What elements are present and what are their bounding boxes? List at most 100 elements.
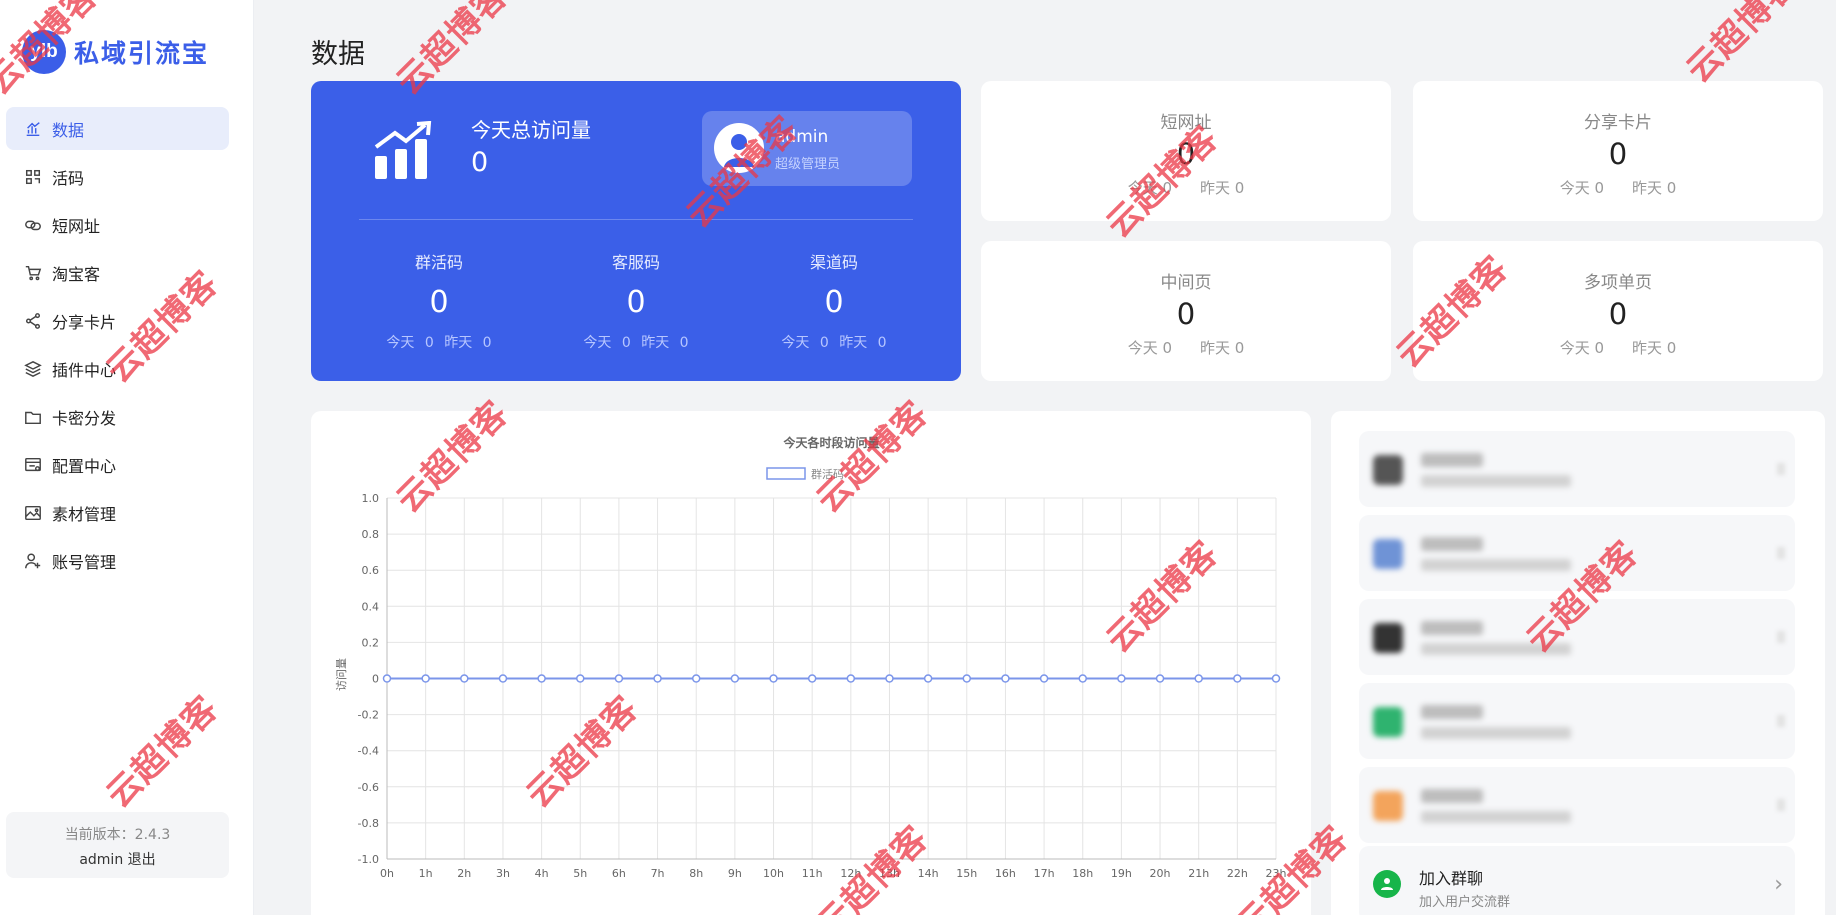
card-short-url[interactable]: 短网址 0 今天 0 昨天 0: [981, 81, 1391, 221]
sidebar-item-livecode[interactable]: 活码: [6, 155, 229, 198]
sidebar-item-accounts[interactable]: 账号管理: [6, 539, 229, 582]
card-sub: 今天 0 昨天 0: [1413, 177, 1823, 198]
card-sub: 今天 0 昨天 0: [1413, 337, 1823, 358]
data-point: [653, 674, 662, 683]
data-point: [1078, 674, 1087, 683]
y-tick-label: 0.4: [362, 600, 380, 613]
y-tick-label: -0.2: [358, 709, 379, 722]
y-tick-label: -0.8: [358, 817, 379, 830]
x-tick-label: 20h: [1150, 867, 1171, 880]
sidebar-item-config[interactable]: 配置中心: [6, 443, 229, 486]
data-point: [498, 674, 508, 683]
x-tick-label: 23h: [1266, 867, 1287, 880]
card-sub: 今天 0 昨天 0: [981, 177, 1391, 198]
data-point: [382, 674, 392, 683]
hourly-visits-chart-panel: 今天各时段访问量 群活码 1.0 0.8 0.6 0.4 0.2 0 -0.2 -0.4 -0.6 -…: [311, 411, 1311, 915]
stat-sub: 今天 0 昨天 0: [781, 335, 887, 351]
logout-link[interactable]: admin 退出: [6, 849, 229, 869]
data-point: [1194, 674, 1203, 683]
share-icon: [23, 311, 43, 331]
sidebar-item-cardkey[interactable]: 卡密分发: [6, 395, 229, 438]
sidebar-item-label: 素材管理: [52, 504, 117, 524]
card-label: 短网址: [1160, 113, 1212, 133]
card-middle-page[interactable]: 中间页 0 今天 0 昨天 0: [981, 241, 1391, 381]
data-point: [614, 674, 624, 683]
admin-name: admin: [775, 127, 829, 147]
card-label: 中间页: [1160, 273, 1212, 293]
app-logo[interactable]: ylb 私域引流宝: [22, 30, 209, 74]
stat-value: 0: [626, 285, 646, 320]
sidebar-item-sharecard[interactable]: 分享卡片: [6, 299, 229, 342]
stat-label: 渠道码: [809, 253, 858, 272]
y-tick-label: 0.8: [362, 528, 380, 541]
user-avatar-icon: [724, 134, 754, 167]
card-multi-page[interactable]: 多项单页 0 今天 0 昨天 0: [1413, 241, 1823, 381]
chevron-right-icon: [1777, 631, 1785, 643]
blurred-icon: [1373, 539, 1403, 569]
chevron-right-icon: [1777, 547, 1785, 559]
list-item[interactable]: [1359, 683, 1795, 759]
card-sub: 今天 0 昨天 0: [981, 337, 1391, 358]
bar-chart-icon: [23, 119, 43, 139]
admin-profile-card[interactable]: admin 超级管理员: [702, 111, 912, 186]
avatar: [714, 123, 764, 173]
y-tick-label: 1.0: [362, 492, 380, 505]
config-icon: [23, 455, 43, 475]
y-tick-label: 0.2: [362, 636, 380, 649]
page-title: 数据: [311, 39, 365, 70]
list-item[interactable]: [1359, 767, 1795, 843]
chevron-right-icon: ›: [1774, 872, 1783, 897]
trend-chart-icon: [374, 121, 432, 179]
card-today: 今天 0: [1127, 179, 1172, 197]
stat-group-code: 群活码 0 今天 0 昨天 0: [359, 249, 519, 352]
sidebar-item-materials[interactable]: 素材管理: [6, 491, 229, 534]
sidebar-item-plugins[interactable]: 插件中心: [6, 347, 229, 390]
user-add-icon: [23, 551, 43, 571]
total-visits-label: 今天总访问量: [471, 118, 591, 142]
x-tick-label: 10h: [763, 867, 784, 880]
x-tick-label: 19h: [1111, 867, 1132, 880]
card-share-card[interactable]: 分享卡片 0 今天 0 昨天 0: [1413, 81, 1823, 221]
chart-title: 今天各时段访问量: [782, 435, 879, 450]
y-tick-label: 0: [372, 673, 379, 686]
side-list-panel: 加入群聊 加入用户交流群 ›: [1331, 411, 1825, 915]
list-item[interactable]: [1359, 599, 1795, 675]
image-icon: [23, 503, 43, 523]
card-today: 今天 0: [1559, 339, 1604, 357]
x-tick-label: 16h: [995, 867, 1016, 880]
legend-swatch: [766, 467, 806, 480]
stat-value: 0: [824, 285, 844, 320]
data-point: [1155, 674, 1165, 683]
sidebar-item-label: 活码: [52, 168, 85, 188]
blurred-subtitle: [1421, 727, 1571, 739]
sidebar-item-taobaoke[interactable]: 淘宝客: [6, 251, 229, 294]
data-point: [730, 674, 740, 683]
y-tick-label: -1.0: [358, 853, 379, 866]
data-point: [1117, 674, 1126, 683]
stat-value: 0: [429, 285, 449, 320]
blurred-icon: [1373, 455, 1403, 485]
join-group-item[interactable]: 加入群聊 加入用户交流群 ›: [1359, 846, 1795, 915]
card-today: 今天 0: [1559, 179, 1604, 197]
x-tick-label: 9h: [728, 867, 742, 880]
stat-label: 群活码: [414, 253, 463, 272]
sidebar-item-shorturl[interactable]: 短网址: [6, 203, 229, 246]
sidebar-item-label: 分享卡片: [52, 312, 117, 332]
total-visits-value: 0: [471, 147, 489, 178]
sidebar-item-data[interactable]: 数据: [6, 107, 229, 150]
x-tick-label: 4h: [535, 867, 549, 880]
blurred-subtitle: [1421, 811, 1571, 823]
list-item[interactable]: [1359, 431, 1795, 507]
y-tick-label: 0.6: [362, 564, 380, 577]
blurred-icon: [1373, 791, 1403, 821]
sidebar: ylb 私域引流宝 数据 活码 短网址 淘宝客 分享卡片 插件中心 卡密分发 配…: [0, 0, 254, 915]
x-tick-label: 17h: [1034, 867, 1055, 880]
data-point: [885, 674, 894, 683]
card-label: 多项单页: [1584, 273, 1652, 293]
folder-icon: [23, 407, 43, 427]
card-value: 0: [1608, 297, 1628, 331]
x-tick-label: 22h: [1227, 867, 1248, 880]
logo-badge: ylb: [22, 30, 66, 74]
list-item[interactable]: [1359, 515, 1795, 591]
data-point: [807, 674, 817, 683]
